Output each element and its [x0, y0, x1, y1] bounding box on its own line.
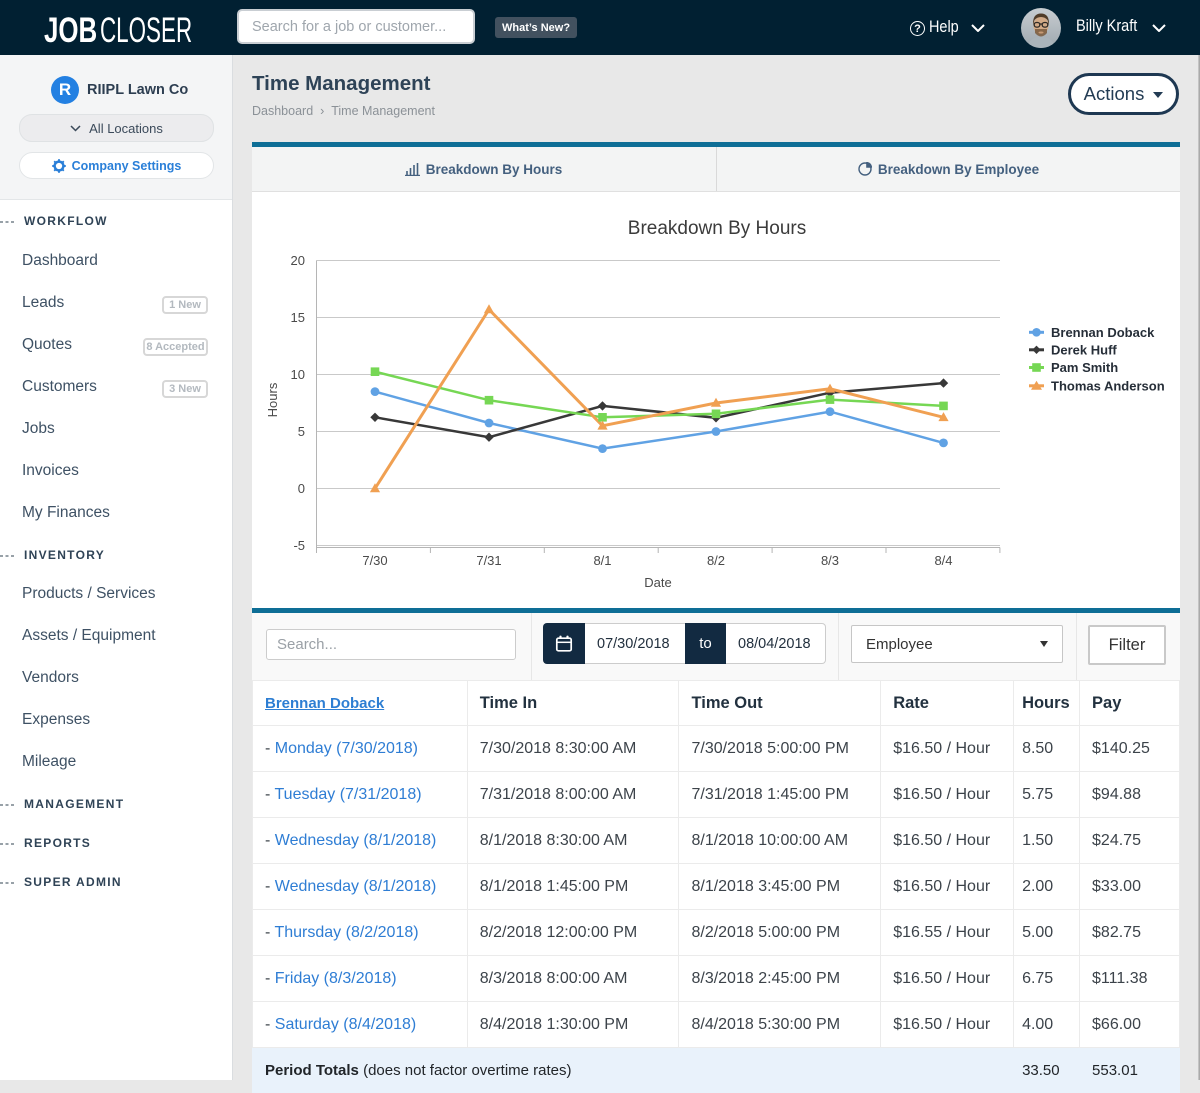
svg-text:8/3: 8/3	[821, 553, 839, 568]
svg-text:8/2: 8/2	[707, 553, 725, 568]
svg-text:0: 0	[298, 481, 305, 496]
svg-text:15: 15	[291, 310, 305, 325]
svg-text:Brennan Doback: Brennan Doback	[1051, 325, 1155, 340]
svg-text:7/31: 7/31	[476, 553, 501, 568]
svg-text:Hours: Hours	[265, 382, 280, 417]
svg-text:10: 10	[291, 367, 305, 382]
svg-text:Date: Date	[644, 575, 671, 590]
svg-text:Derek Huff: Derek Huff	[1051, 342, 1117, 357]
svg-text:Pam Smith: Pam Smith	[1051, 360, 1118, 375]
svg-text:Breakdown By Hours: Breakdown By Hours	[628, 218, 806, 239]
svg-text:20: 20	[291, 253, 305, 268]
svg-text:-5: -5	[293, 538, 305, 553]
svg-text:8/4: 8/4	[934, 553, 952, 568]
svg-text:Thomas Anderson: Thomas Anderson	[1051, 378, 1165, 393]
svg-text:8/1: 8/1	[593, 553, 611, 568]
svg-text:7/30: 7/30	[362, 553, 387, 568]
svg-text:5: 5	[298, 424, 305, 439]
